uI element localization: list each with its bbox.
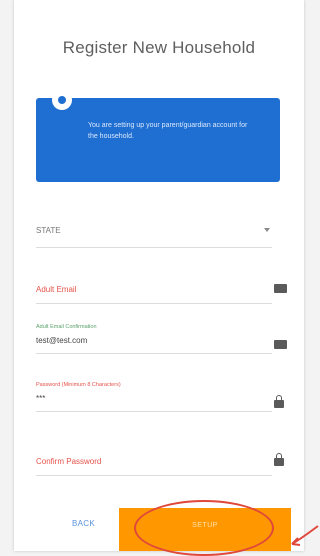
back-button[interactable]: BACK xyxy=(72,519,95,528)
setup-button-label: SETUP xyxy=(192,522,218,529)
info-step-dot-icon xyxy=(52,90,72,110)
email-icon xyxy=(274,340,287,349)
state-select-value: STATE xyxy=(36,226,61,235)
state-underline xyxy=(36,247,272,248)
email-icon xyxy=(274,284,287,293)
adult-email-confirmation-label: Adult Email Confirmation xyxy=(36,324,97,330)
chevron-down-icon xyxy=(264,228,270,232)
adult-email-label: Adult Email xyxy=(36,285,77,294)
info-box: You are setting up your parent/guardian … xyxy=(36,90,280,182)
password-value: *** xyxy=(36,394,46,403)
page-title: Register New Household xyxy=(62,38,256,57)
password-label: Password (Minimum 8 Characters) xyxy=(36,382,121,388)
adult-email-underline xyxy=(36,303,272,304)
lock-icon xyxy=(274,395,284,408)
confirm-password-field[interactable]: Confirm Password xyxy=(36,446,298,476)
adult-email-confirmation-value: test@test.com xyxy=(36,336,88,345)
password-underline xyxy=(36,411,272,412)
registration-card: Register New Household You are setting u… xyxy=(14,0,304,551)
adult-email-confirmation-underline xyxy=(36,353,272,354)
confirm-password-label: Confirm Password xyxy=(36,457,102,466)
state-select[interactable]: STATE xyxy=(36,218,298,248)
info-text: You are setting up your parent/guardian … xyxy=(88,122,248,140)
lock-icon xyxy=(274,453,284,466)
confirm-password-underline xyxy=(36,475,272,476)
info-step-dot-inner xyxy=(58,96,66,104)
password-field[interactable]: Password (Minimum 8 Characters) *** xyxy=(36,382,298,412)
adult-email-field[interactable]: Adult Email xyxy=(36,274,298,304)
adult-email-confirmation-field[interactable]: Adult Email Confirmation test@test.com xyxy=(36,324,298,354)
setup-button[interactable]: SETUP xyxy=(119,508,291,551)
